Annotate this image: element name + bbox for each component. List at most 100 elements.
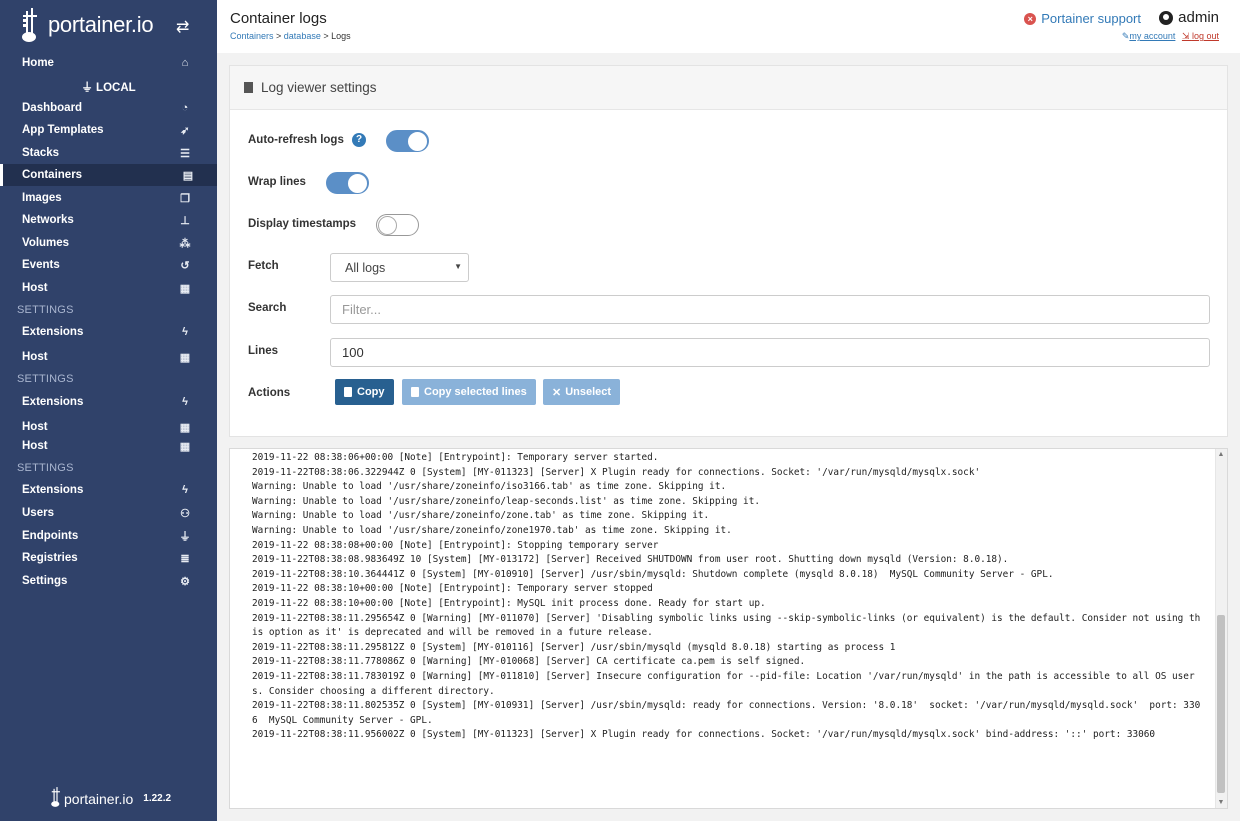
sidebar-item-host[interactable]: Host ▦	[0, 346, 217, 368]
sidebar-item-label: Settings	[22, 575, 68, 587]
sidebar-item-host[interactable]: Host ▦	[0, 277, 217, 299]
log-line[interactable]: 2019-11-22T08:38:11.783019Z 0 [Warning] …	[252, 670, 1202, 699]
sidebar-item-settings[interactable]: Settings ⚙	[0, 570, 217, 592]
fetch-select[interactable]: All logs ▼	[330, 253, 469, 282]
unselect-button[interactable]: ✕ Unselect	[543, 379, 621, 405]
th-icon: ▦	[179, 440, 191, 453]
log-line[interactable]: Warning: Unable to load '/usr/share/zone…	[252, 509, 1202, 524]
th-list-icon: ☰	[180, 147, 190, 160]
breadcrumb-containers[interactable]: Containers	[230, 31, 274, 41]
log-line[interactable]: 2019-11-22 08:38:10+00:00 [Note] [Entryp…	[252, 597, 1202, 612]
log-line[interactable]: 2019-11-22T08:38:11.295812Z 0 [System] […	[252, 641, 1202, 656]
sidebar-item-label: Extensions	[22, 326, 84, 338]
sidebar-item-volumes[interactable]: Volumes ⁂	[0, 232, 217, 254]
my-account-link[interactable]: my account	[1129, 31, 1175, 41]
database-icon: ≣	[180, 552, 190, 565]
scroll-up-icon[interactable]: ▲	[1217, 451, 1225, 458]
log-line[interactable]: 2019-11-22T08:38:06.322944Z 0 [System] […	[252, 466, 1202, 481]
sidebar-item-label: Volumes	[22, 237, 70, 249]
page-header: Container logs Containers > database > L…	[217, 0, 1240, 53]
sidebar-item-registries[interactable]: Registries ≣	[0, 547, 217, 569]
log-output-panel[interactable]: 2019-11-22 08:38:06+00:00 [Note] [Entryp…	[229, 448, 1228, 809]
sidebar-item-label: Host	[22, 440, 48, 452]
sidebar-item-endpoints[interactable]: Endpoints ⏚	[0, 525, 217, 547]
log-line[interactable]: 2019-11-22 08:38:08+00:00 [Note] [Entryp…	[252, 539, 1202, 554]
bolt-icon: ϟ	[182, 484, 188, 496]
toggle-knob	[408, 132, 427, 151]
log-line[interactable]: 2019-11-22T08:38:11.295654Z 0 [Warning] …	[252, 612, 1202, 641]
page-title: Container logs	[230, 10, 327, 27]
question-circle-icon[interactable]: ?	[352, 133, 366, 147]
sidebar-item-label: App Templates	[22, 124, 104, 136]
sidebar-item-label: Host	[22, 282, 48, 294]
brand[interactable]: portainer.io ⇄	[0, 0, 217, 50]
log-line[interactable]: 2019-11-22T08:38:11.802535Z 0 [System] […	[252, 699, 1202, 728]
sidebar-item-label: Events	[22, 259, 60, 271]
endpoint-label: ⏚ LOCAL	[81, 82, 136, 94]
scroll-down-icon[interactable]: ▼	[1217, 799, 1225, 806]
log-line[interactable]: 2019-11-22T08:38:10.364441Z 0 [System] […	[252, 568, 1202, 583]
sidebar-item-label: Host	[22, 351, 48, 363]
wrap-lines-toggle[interactable]	[326, 172, 369, 194]
sidebar-item-extensions[interactable]: Extensions ϟ	[0, 391, 217, 413]
log-line[interactable]: 2019-11-22T08:38:11.956002Z 0 [System] […	[252, 728, 1202, 743]
log-line[interactable]: Warning: Unable to load '/usr/share/zone…	[252, 480, 1202, 495]
clone-icon: ❐	[180, 192, 190, 205]
sidebar-item-users[interactable]: Users ⚇	[0, 502, 217, 524]
switch-endpoint-icon[interactable]: ⇄	[176, 17, 189, 37]
version: 1.22.2	[143, 793, 172, 804]
sidebar-item-home[interactable]: Home ⌂	[0, 52, 217, 74]
sidebar-item-events[interactable]: Events ↺	[0, 254, 217, 276]
history-icon: ↺	[180, 259, 190, 272]
sidebar-item-extensions[interactable]: Extensions ϟ	[0, 479, 217, 501]
portainer-support-link[interactable]: × Portainer support	[1024, 11, 1141, 26]
tachometer-icon: ◔	[181, 102, 189, 114]
sidebar-item-images[interactable]: Images ❐	[0, 187, 217, 209]
portainer-footer-logo-icon	[50, 786, 64, 811]
log-out-link[interactable]: ⇲ log out	[1182, 31, 1219, 41]
copy-icon	[411, 387, 419, 397]
log-line[interactable]: 2019-11-22 08:38:06+00:00 [Note] [Entryp…	[252, 451, 1202, 466]
log-line[interactable]: 2019-11-22T08:38:11.778086Z 0 [Warning] …	[252, 655, 1202, 670]
th-icon: ▦	[179, 351, 191, 364]
bolt-icon: ϟ	[182, 396, 188, 408]
log-line[interactable]: Warning: Unable to load '/usr/share/zone…	[252, 495, 1202, 510]
user-menu: admin	[1159, 9, 1219, 26]
sidebar-item-dashboard[interactable]: Dashboard ◔	[0, 97, 217, 119]
sidebar-footer: portainer.io 1.22.2	[50, 786, 171, 811]
plug-icon: ⏚	[81, 82, 97, 94]
lines-label: Lines	[248, 345, 279, 357]
sidebar-item-label: Extensions	[22, 484, 84, 496]
log-line[interactable]: Warning: Unable to load '/usr/share/zone…	[252, 524, 1202, 539]
lines-input[interactable]: 100	[330, 338, 1210, 367]
sidebar-item-containers[interactable]: Containers ▤	[0, 164, 217, 186]
sidebar-item-stacks[interactable]: Stacks ☰	[0, 142, 217, 164]
search-input[interactable]	[330, 295, 1210, 324]
sidebar-item-label: Extensions	[22, 396, 84, 408]
auto-refresh-toggle[interactable]	[386, 130, 429, 152]
sidebar-item-app-templates[interactable]: App Templates ➶	[0, 119, 217, 141]
sidebar-item-label: Dashboard	[22, 102, 83, 114]
copy-button[interactable]: Copy	[335, 379, 394, 405]
times-circle-icon: ×	[1024, 12, 1037, 25]
th-icon: ▦	[179, 282, 191, 295]
sidebar-item-label: Users	[22, 507, 54, 519]
cubes-icon: ⁂	[179, 237, 191, 250]
sidebar-item-networks[interactable]: Networks ⊥	[0, 209, 217, 231]
copy-selected-lines-button[interactable]: Copy selected lines	[402, 379, 536, 405]
sidebar-item-label: Host	[22, 421, 48, 433]
sidebar-item-host[interactable]: Host ▦	[0, 435, 217, 457]
sidebar-item-extensions[interactable]: Extensions ϟ	[0, 321, 217, 343]
log-line[interactable]: 2019-11-22 08:38:10+00:00 [Note] [Entryp…	[252, 582, 1202, 597]
sidebar: portainer.io ⇄ Home ⌂ Dashboard ◔ App Templa…	[0, 0, 217, 821]
sidebar-item-label: Stacks	[22, 147, 60, 159]
server-icon: ▤	[182, 169, 194, 182]
sidebar-item-label: Registries	[22, 552, 78, 564]
scrollbar-thumb[interactable]	[1217, 615, 1225, 793]
log-line[interactable]: 2019-11-22T08:38:08.983649Z 10 [System] …	[252, 553, 1202, 568]
sitemap-icon: ⊥	[180, 214, 190, 227]
display-timestamps-toggle[interactable]	[376, 214, 419, 236]
breadcrumb-database[interactable]: database	[284, 31, 321, 41]
log-lines[interactable]: 2019-11-22 08:38:06+00:00 [Note] [Entryp…	[252, 451, 1202, 743]
scrollbar[interactable]: ▲ ▼	[1215, 449, 1227, 808]
